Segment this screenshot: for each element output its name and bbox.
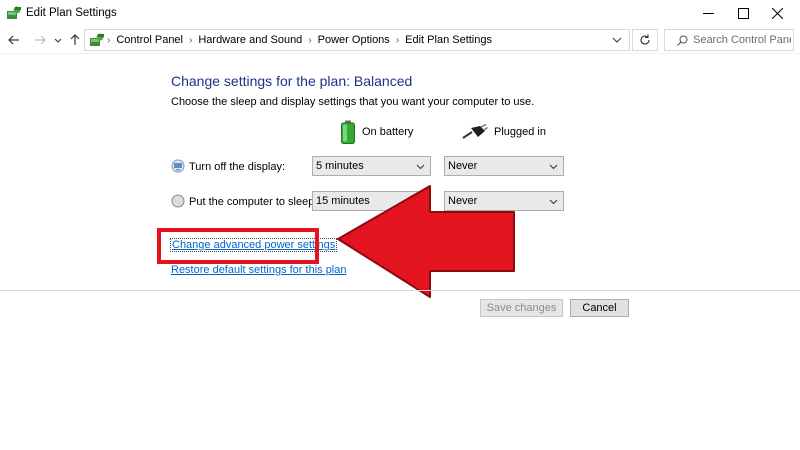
sleep-timeout-label: Put the computer to sleep: <box>189 196 318 208</box>
chevron-down-icon <box>549 199 558 205</box>
highlight-box <box>157 228 319 264</box>
red-arrow-annotation <box>337 185 515 298</box>
address-bar[interactable]: › Control Panel › Hardware and Sound › P… <box>84 29 630 51</box>
restore-default-settings-link[interactable]: Restore default settings for this plan <box>171 264 346 276</box>
breadcrumb-power-options[interactable]: Power Options <box>318 34 390 46</box>
maximize-icon <box>737 7 749 19</box>
close-icon <box>771 7 783 19</box>
title-bar: Edit Plan Settings <box>0 0 800 26</box>
refresh-button[interactable] <box>632 29 658 51</box>
up-button[interactable] <box>67 32 83 48</box>
arrow-right-icon <box>35 35 46 45</box>
arrow-up-icon <box>70 34 80 45</box>
chevron-down-icon[interactable] <box>611 34 623 46</box>
page-description: Choose the sleep and display settings th… <box>171 96 535 108</box>
search-input[interactable] <box>693 32 791 48</box>
close-button[interactable] <box>754 0 800 26</box>
column-plugged-in: Plugged in <box>462 119 546 145</box>
cancel-button[interactable]: Cancel <box>570 299 629 317</box>
column-label: Plugged in <box>494 126 546 138</box>
breadcrumb-separator-icon[interactable]: › <box>308 35 311 46</box>
selected-value: Never <box>448 160 478 172</box>
breadcrumb-edit-plan-settings[interactable]: Edit Plan Settings <box>405 34 492 46</box>
back-button[interactable] <box>6 32 22 48</box>
display-timeout-label: Turn off the display: <box>189 161 285 173</box>
chevron-down-icon <box>416 164 425 170</box>
save-changes-button[interactable]: Save changes <box>480 299 563 317</box>
window-title: Edit Plan Settings <box>26 7 117 19</box>
refresh-icon <box>640 34 650 45</box>
minimize-icon <box>702 12 714 14</box>
breadcrumb-control-panel[interactable]: Control Panel <box>116 34 183 46</box>
chevron-down-icon <box>54 38 62 43</box>
chevron-down-icon <box>549 164 558 170</box>
breadcrumb-separator-icon[interactable]: › <box>396 35 399 46</box>
divider <box>0 290 800 291</box>
search-box[interactable] <box>664 29 794 51</box>
display-icon <box>171 159 185 173</box>
display-plugged-in-select[interactable]: Never <box>444 156 564 176</box>
power-plug-icon <box>462 124 488 139</box>
sleep-moon-icon <box>171 194 185 208</box>
control-panel-icon <box>90 33 104 46</box>
breadcrumb-separator-icon[interactable]: › <box>189 35 192 46</box>
breadcrumb-separator-icon: › <box>107 34 111 46</box>
search-icon <box>677 35 688 46</box>
forward-button[interactable] <box>32 32 48 48</box>
control-panel-icon <box>7 6 21 19</box>
breadcrumb-hardware-and-sound[interactable]: Hardware and Sound <box>198 34 302 46</box>
selected-value: 5 minutes <box>316 160 364 172</box>
column-label: On battery <box>362 126 414 138</box>
page-title: Change settings for the plan: Balanced <box>171 73 413 89</box>
display-on-battery-select[interactable]: 5 minutes <box>312 156 431 176</box>
breadcrumb: › Control Panel › Hardware and Sound › P… <box>107 30 492 50</box>
recent-locations-button[interactable] <box>52 32 64 48</box>
arrow-left-icon <box>8 35 19 45</box>
column-on-battery: On battery <box>340 119 413 145</box>
battery-icon <box>341 120 355 144</box>
navigation-bar: › Control Panel › Hardware and Sound › P… <box>0 26 800 54</box>
